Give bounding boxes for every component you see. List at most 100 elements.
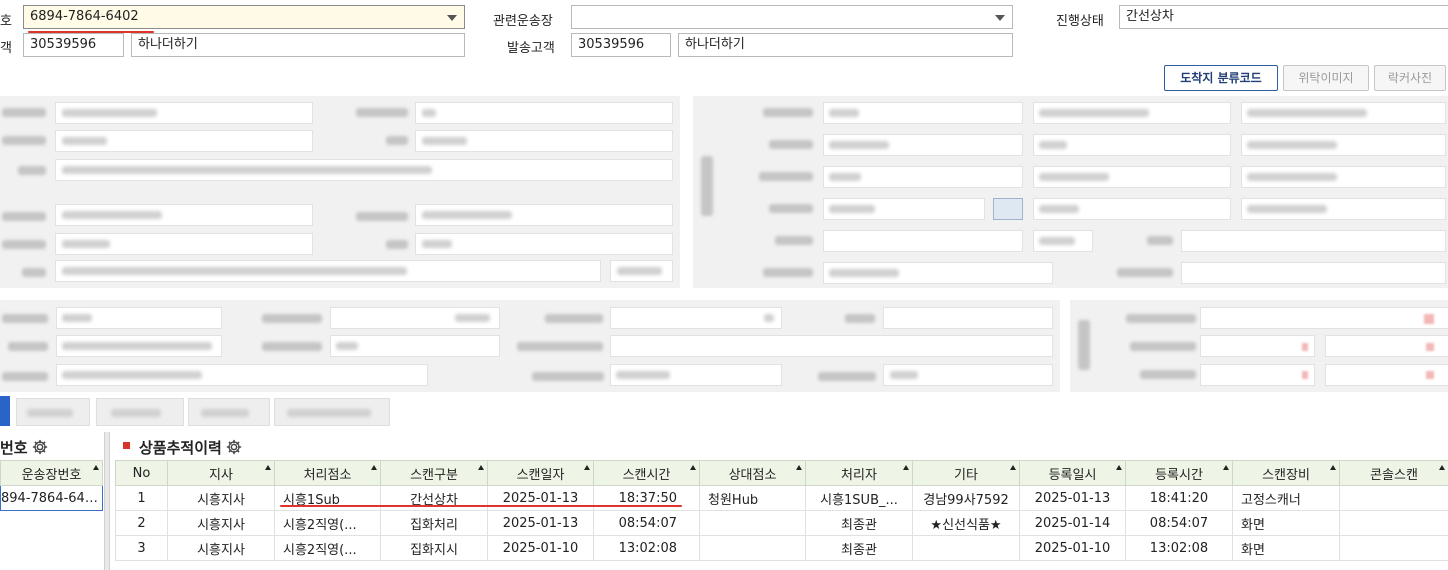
cell-등록시간: 18:41:20	[1125, 485, 1233, 511]
column-header-label: 상대점소	[728, 467, 777, 483]
sort-icon	[371, 465, 377, 470]
cell-등록일시: 2025-01-14	[1019, 510, 1126, 536]
cell-스캔구분: 집화처리	[380, 510, 488, 536]
column-header-4[interactable]: 스캔일자	[487, 460, 594, 486]
cell-등록일시: 2025-01-10	[1019, 535, 1126, 561]
tab-redacted-3[interactable]	[188, 398, 270, 426]
sort-icon	[265, 465, 271, 470]
column-header-6[interactable]: 상대점소	[699, 460, 806, 486]
waybill-list-title-text: 번호	[0, 439, 28, 457]
section-marker	[123, 442, 130, 449]
cell-No: 1	[115, 485, 168, 511]
cell-No: 2	[115, 510, 168, 536]
column-header-label: 스캔일자	[516, 467, 565, 483]
annotation-underline	[280, 505, 682, 507]
column-header-2[interactable]: 처리점소	[274, 460, 381, 486]
column-header-label: 스캔구분	[410, 467, 458, 483]
related-waybill-combo[interactable]	[571, 5, 1013, 29]
related-waybill-label: 관련운송장	[493, 14, 553, 29]
waybill-list-grid: 운송장번호 894-7864-6402	[0, 460, 103, 511]
tracking-grid: No 지사 처리점소 스캔구분 스캔일자 스캔시간 상대점소 처리자 기타 등록일시 등록시간 스캔장…	[115, 460, 1448, 561]
column-header-label: 지사	[209, 467, 233, 483]
cell-No: 3	[115, 535, 168, 561]
sort-icon	[93, 465, 99, 470]
consign-image-button[interactable]: 위탁이미지	[1283, 65, 1369, 91]
waybill-cell[interactable]: 894-7864-6402	[0, 485, 103, 511]
column-header-label: 스캔장비	[1262, 467, 1310, 483]
dest-code-button[interactable]: 도착지 분류코드	[1164, 65, 1278, 91]
tab-redacted-4[interactable]	[274, 398, 390, 426]
waybill-combo[interactable]: 6894-7864-6402	[23, 5, 465, 29]
cell-스캔장비: 화면	[1232, 535, 1340, 561]
column-header-0[interactable]: No	[115, 460, 168, 486]
sort-icon	[1330, 465, 1336, 470]
cell-상대점소: 청원Hub	[699, 485, 806, 511]
redacted-detail-panel-bottom	[0, 300, 1060, 392]
chevron-down-icon[interactable]	[447, 15, 457, 21]
tracking-header-row: No 지사 처리점소 스캔구분 스캔일자 스캔시간 상대점소 처리자 기타 등록일시 등록시간 스캔장…	[115, 460, 1448, 486]
sort-icon	[903, 465, 909, 470]
tracking-title-text: 상품추적이력	[139, 439, 222, 457]
cell-스캔장비: 화면	[1232, 510, 1340, 536]
waybill-column-label: 운송장번호	[21, 467, 82, 483]
waybill-list-title: 번호	[0, 437, 48, 458]
column-header-12[interactable]: 콘솔스캔	[1339, 460, 1448, 486]
column-header-10[interactable]: 등록시간	[1125, 460, 1233, 486]
column-header-9[interactable]: 등록일시	[1019, 460, 1126, 486]
cell-스캔시간: 08:54:07	[593, 510, 700, 536]
table-row[interactable]: 894-7864-6402	[0, 485, 103, 511]
column-header-label: 등록시간	[1155, 467, 1203, 483]
table-row[interactable]: 3 시흥지사 시흥2직영(... 집화지시 2025-01-10 13:02:08 최종관 2…	[115, 535, 1448, 561]
tracking-title: 상품추적이력	[139, 437, 242, 458]
tab-indicator	[0, 396, 10, 426]
column-header-label: 기타	[954, 467, 978, 483]
sort-icon	[1116, 465, 1122, 470]
column-header-label: 스캔시간	[622, 467, 671, 483]
waybill-label: 호	[0, 14, 12, 29]
cell-등록일시: 2025-01-13	[1019, 485, 1126, 511]
cell-처리자: 최종관	[805, 535, 913, 561]
sort-icon	[1010, 465, 1016, 470]
redacted-fee-panel	[1070, 300, 1448, 392]
customer-code-field[interactable]: 30539596	[23, 33, 124, 57]
pickup-photo-button[interactable]: 락커사진	[1374, 65, 1446, 91]
panel-splitter[interactable]	[104, 432, 110, 570]
redacted-detail-panel-left	[0, 96, 680, 288]
cell-스캔구분: 집화지시	[380, 535, 488, 561]
cell-기타	[912, 535, 1020, 561]
column-header-label: 등록일시	[1048, 467, 1097, 483]
sort-icon	[478, 465, 484, 470]
waybill-column-header[interactable]: 운송장번호	[0, 460, 103, 486]
column-header-1[interactable]: 지사	[167, 460, 275, 486]
cell-스캔일자: 2025-01-13	[487, 510, 594, 536]
cell-지사: 시흥지사	[167, 510, 275, 536]
column-header-label: No	[132, 465, 151, 481]
customer-label: 객	[0, 41, 12, 56]
column-header-8[interactable]: 기타	[912, 460, 1020, 486]
cell-지사: 시흥지사	[167, 535, 275, 561]
table-row[interactable]: 2 시흥지사 시흥2직영(... 집화처리 2025-01-13 08:54:07 최종관 ★…	[115, 510, 1448, 536]
sort-icon	[1439, 465, 1445, 470]
cell-처리자: 최종관	[805, 510, 913, 536]
column-header-11[interactable]: 스캔장비	[1232, 460, 1340, 486]
sort-icon	[796, 465, 802, 470]
chevron-down-icon[interactable]	[995, 15, 1005, 21]
column-header-3[interactable]: 스캔구분	[380, 460, 488, 486]
cell-등록시간: 08:54:07	[1125, 510, 1233, 536]
sender-label: 발송고객	[507, 41, 555, 56]
customer-name-field[interactable]: 하나더하기	[131, 33, 465, 57]
sender-name-field[interactable]: 하나더하기	[678, 33, 1013, 57]
gear-icon[interactable]	[226, 439, 242, 455]
sender-code-field[interactable]: 30539596	[571, 33, 671, 57]
tab-redacted-2[interactable]	[96, 398, 184, 426]
column-header-7[interactable]: 처리자	[805, 460, 913, 486]
cell-등록시간: 13:02:08	[1125, 535, 1233, 561]
cell-처리점소: 시흥2직영(...	[274, 510, 381, 536]
sort-icon	[584, 465, 590, 470]
cell-상대점소	[699, 510, 806, 536]
redacted-detail-panel-right	[693, 96, 1448, 288]
status-field: 간선상차	[1119, 5, 1448, 29]
gear-icon[interactable]	[32, 439, 48, 455]
column-header-5[interactable]: 스캔시간	[593, 460, 700, 486]
tab-redacted-1[interactable]	[16, 398, 90, 426]
